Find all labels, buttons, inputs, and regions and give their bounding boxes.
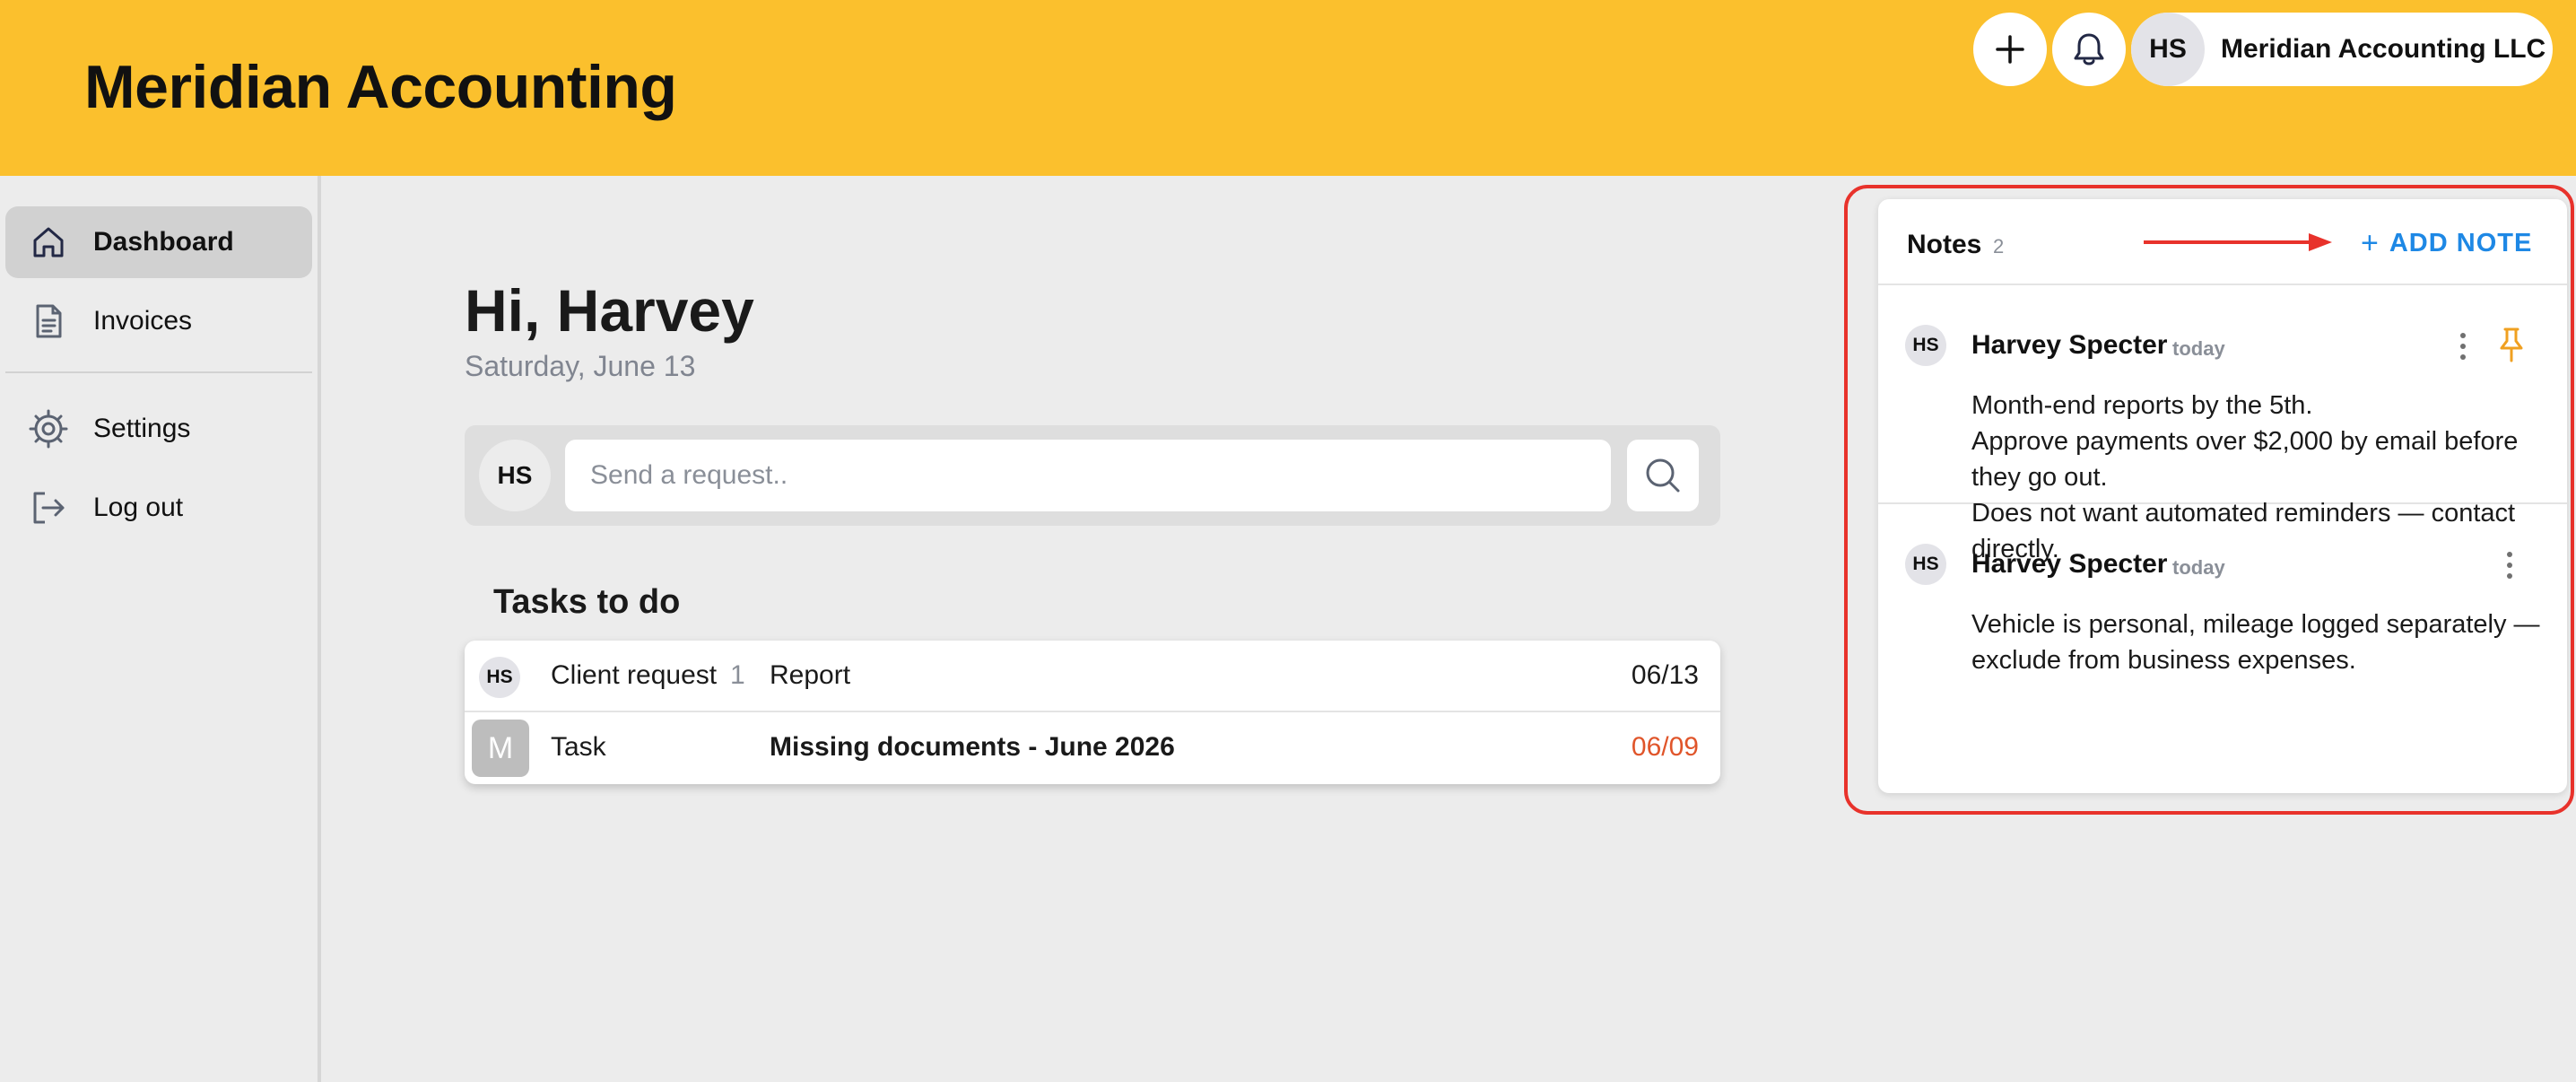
logout-icon <box>29 488 68 528</box>
avatar: M <box>472 720 529 777</box>
account-menu[interactable]: HS Meridian Accounting LLC <box>2131 13 2553 86</box>
note-timestamp: today <box>2172 337 2225 360</box>
sidebar-item-label: Settings <box>93 414 191 443</box>
more-options-icon[interactable] <box>2499 547 2520 583</box>
search-icon <box>1646 458 1680 493</box>
task-description: Missing documents - June 2026 <box>770 732 1175 762</box>
add-note-button[interactable]: + ADD NOTE <box>2361 228 2532 258</box>
sidebar: Dashboard Invoices Settings Log out <box>0 176 321 1082</box>
sidebar-divider <box>5 371 312 373</box>
notes-title: Notes <box>1907 230 1982 259</box>
sidebar-item-invoices[interactable]: Invoices <box>5 285 312 357</box>
avatar: HS <box>479 440 551 511</box>
avatar: HS <box>2131 13 2205 86</box>
account-name: Meridian Accounting LLC <box>2221 34 2546 64</box>
note-line: Vehicle is personal, mileage logged sepa… <box>1971 610 2540 675</box>
document-icon <box>29 301 68 341</box>
notes-panel: Notes 2 + ADD NOTE HS Harvey Specter tod… <box>1878 199 2567 793</box>
avatar: HS <box>1905 544 1946 585</box>
add-note-label: ADD NOTE <box>2389 228 2533 257</box>
avatar: HS <box>479 657 520 698</box>
sidebar-item-settings[interactable]: Settings <box>5 393 312 465</box>
notes-header: Notes 2 + ADD NOTE <box>1878 199 2567 285</box>
note-body: Vehicle is personal, mileage logged sepa… <box>1971 606 2546 678</box>
table-row[interactable]: HS Client request 1 Report 06/13 <box>465 641 1720 712</box>
task-count: 1 <box>730 660 745 690</box>
brand-title: Meridian Accounting <box>84 53 677 121</box>
page-title: Hi, Harvey <box>465 277 754 344</box>
top-header: Meridian Accounting HS Meridian Accounti… <box>0 0 2576 176</box>
current-date: Saturday, June 13 <box>465 350 696 382</box>
note-line: Approve payments over $2,000 by email be… <box>1971 427 2519 492</box>
home-icon <box>29 223 68 262</box>
sidebar-item-label: Log out <box>93 493 184 522</box>
note-item: HS Harvey Specter today Vehicle is perso… <box>1878 506 2567 793</box>
note-author: Harvey Specter <box>1971 549 2168 579</box>
bell-icon <box>2074 33 2104 65</box>
sidebar-item-label: Dashboard <box>93 227 234 257</box>
add-button[interactable] <box>1973 13 2047 86</box>
request-input[interactable] <box>565 440 1611 511</box>
note-timestamp: today <box>2172 556 2225 579</box>
task-date: 06/13 <box>1631 660 1699 690</box>
arrow-right-icon <box>2144 233 2332 251</box>
plus-icon <box>1996 35 2024 64</box>
table-row[interactable]: M Task Missing documents - June 2026 06/… <box>465 712 1720 784</box>
note-author: Harvey Specter <box>1971 330 2168 360</box>
task-type: Task <box>551 732 606 762</box>
request-bar: HS <box>465 425 1720 526</box>
search-button[interactable] <box>1627 440 1699 511</box>
plus-icon: + <box>2361 226 2379 260</box>
note-line: Month-end reports by the 5th. <box>1971 391 2313 420</box>
task-type: Client request <box>551 660 718 690</box>
tasks-heading: Tasks to do <box>493 583 681 621</box>
gear-icon <box>29 409 68 449</box>
more-options-icon[interactable] <box>2452 328 2474 364</box>
notifications-button[interactable] <box>2052 13 2126 86</box>
avatar: HS <box>1905 325 1946 366</box>
tasks-list: HS Client request 1 Report 06/13 M Task … <box>465 641 1720 784</box>
sidebar-item-label: Invoices <box>93 306 193 336</box>
note-item: HS Harvey Specter today Month-end report… <box>1878 287 2567 563</box>
notes-count: 2 <box>1993 235 2005 257</box>
sidebar-item-logout[interactable]: Log out <box>5 472 312 544</box>
task-description: Report <box>770 660 851 690</box>
sidebar-item-dashboard[interactable]: Dashboard <box>5 206 312 278</box>
task-date: 06/09 <box>1631 732 1699 762</box>
pin-icon[interactable] <box>2493 325 2529 364</box>
